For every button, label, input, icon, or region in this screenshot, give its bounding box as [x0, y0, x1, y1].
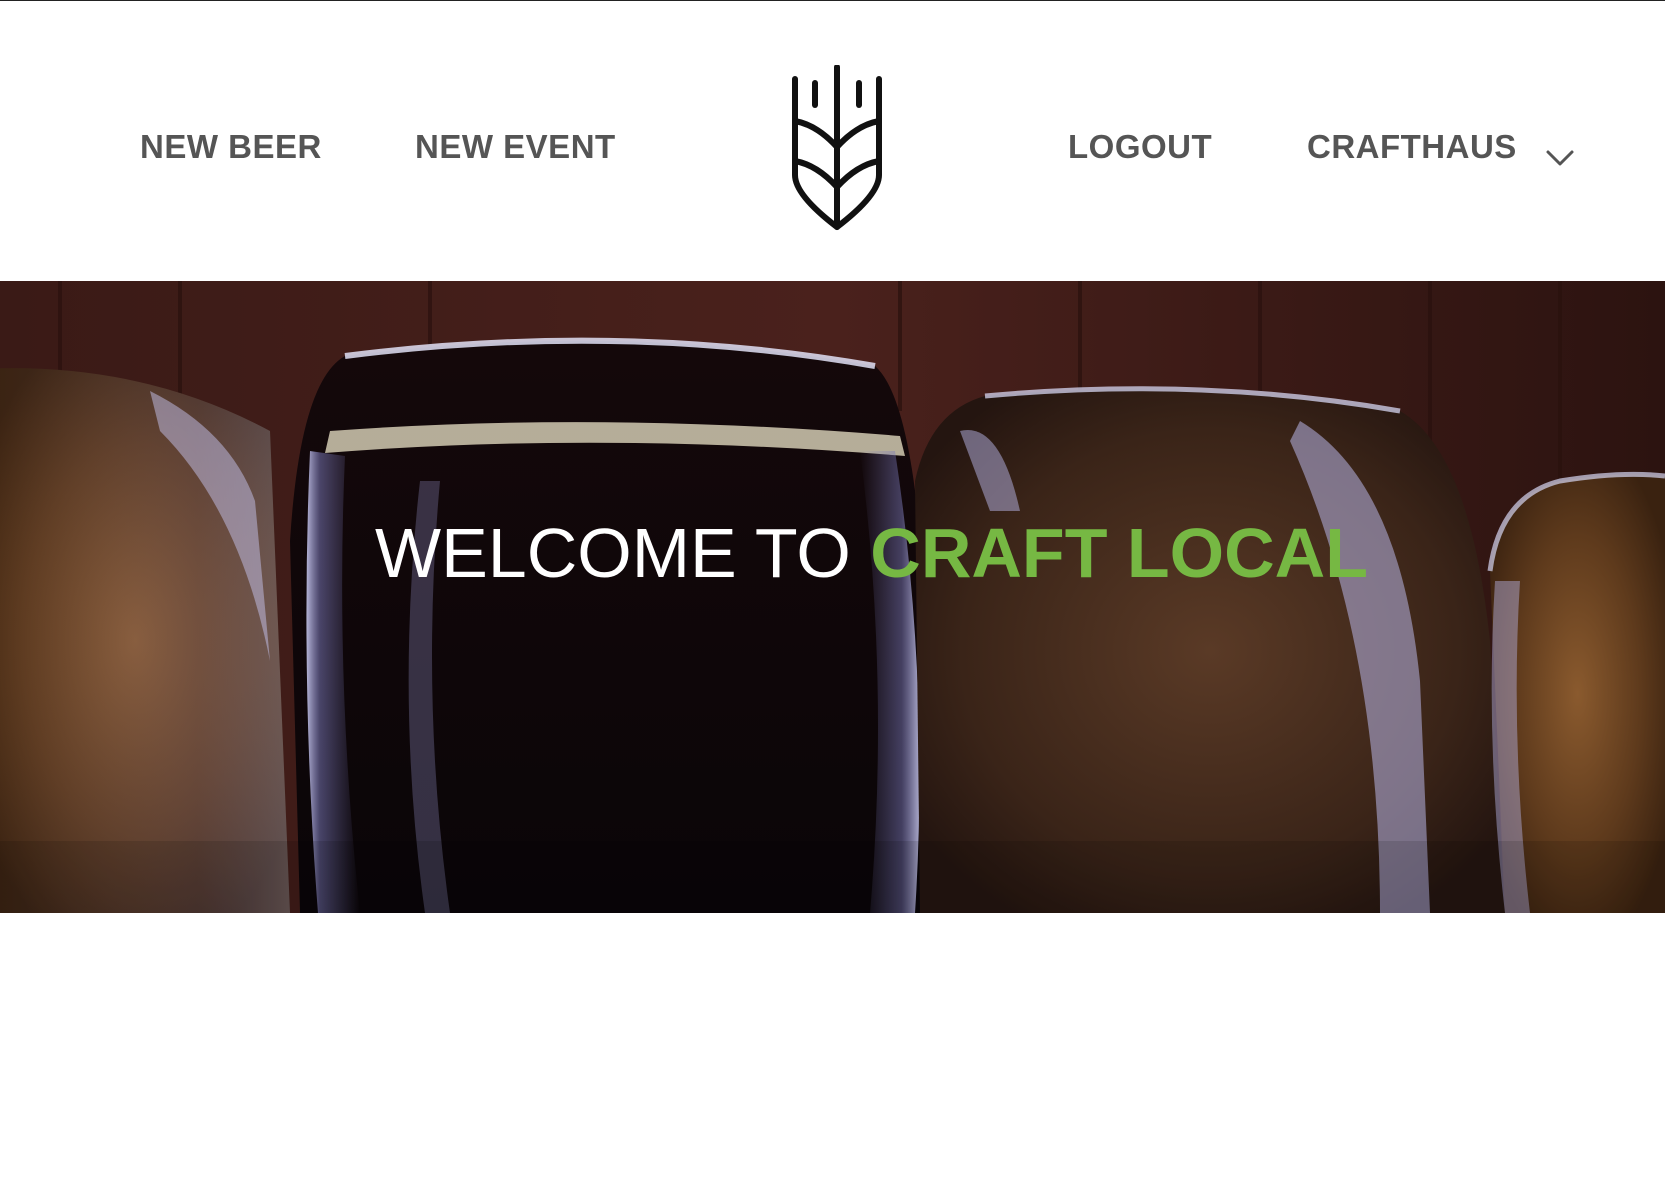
hero-title-accent: CRAFT LOCAL: [870, 514, 1368, 592]
account-menu[interactable]: CRAFTHAUS: [1307, 127, 1575, 167]
account-label: CRAFTHAUS: [1307, 128, 1517, 165]
hero-title-prefix: WELCOME TO: [375, 514, 851, 592]
site-header: NEW BEER NEW EVENT LOGOUT CRAFTHAUS: [0, 1, 1665, 281]
chevron-down-icon: [1545, 137, 1575, 166]
nav-new-beer[interactable]: NEW BEER: [140, 127, 322, 167]
hero-banner: WELCOME TO CRAFT LOCAL: [0, 281, 1665, 913]
wheat-logo-icon[interactable]: [787, 64, 887, 231]
page: NEW BEER NEW EVENT LOGOUT CRAFTHAUS WELC…: [0, 0, 1665, 1203]
hero-image: [0, 281, 1665, 913]
nav-logout[interactable]: LOGOUT: [1068, 127, 1212, 167]
hero-title: WELCOME TO CRAFT LOCAL: [375, 513, 1368, 593]
content-area: [0, 913, 1665, 1203]
nav-new-event[interactable]: NEW EVENT: [415, 127, 616, 167]
